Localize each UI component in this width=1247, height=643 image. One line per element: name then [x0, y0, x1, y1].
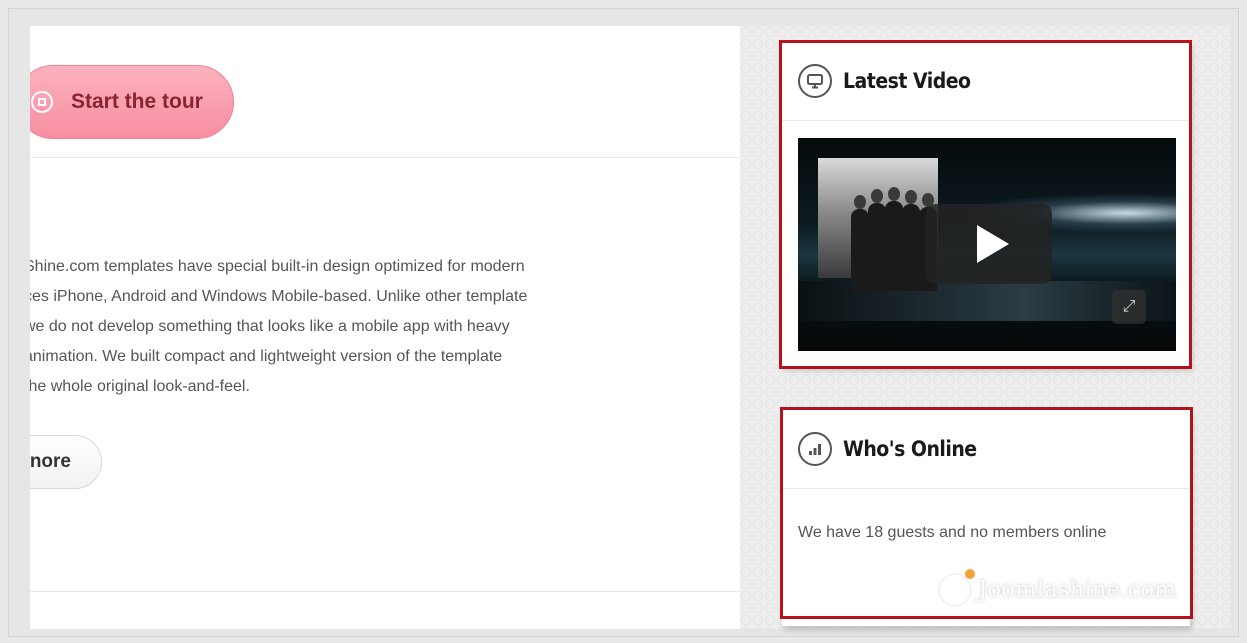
video-player[interactable]: ⤢	[798, 138, 1176, 351]
joomlashine-watermark: Joomlashine.com	[940, 569, 1177, 610]
description-text: Shine.com templates have special built-i…	[30, 252, 724, 402]
latest-video-header: Latest Video	[782, 42, 1190, 120]
description-line: Shine.com templates have special built-i…	[30, 258, 525, 275]
bar-chart-icon	[798, 432, 832, 466]
band-photo	[818, 158, 938, 291]
description-line: we do not develop something that looks l…	[30, 318, 510, 335]
description-line: the whole original look-and-feel.	[30, 378, 250, 395]
start-tour-button[interactable]: Start the tour	[30, 65, 234, 139]
whos-online-header: Who's Online	[782, 410, 1190, 488]
online-status-text: We have 18 guests and no members online	[798, 524, 1107, 541]
start-tour-label: Start the tour	[71, 90, 203, 113]
divider	[30, 591, 740, 592]
divider	[782, 120, 1190, 121]
description-line: animation. We built compact and lightwei…	[30, 348, 503, 365]
read-more-button[interactable]: nore	[30, 435, 102, 489]
latest-video-module: Latest Video ⤢	[782, 42, 1190, 366]
joomlashine-logo-icon	[940, 569, 975, 605]
play-icon	[977, 225, 1009, 263]
fullscreen-icon[interactable]: ⤢	[1112, 290, 1146, 324]
whos-online-title: Who's Online	[843, 437, 977, 461]
description-line: ces iPhone, Android and Windows Mobile-b…	[30, 288, 528, 305]
sidebar: Latest Video ⤢ Who's Online We have 18 g…	[740, 26, 1231, 629]
monitor-icon	[798, 64, 832, 98]
read-more-label: nore	[30, 451, 71, 472]
divider	[30, 157, 740, 158]
tour-icon	[31, 91, 53, 113]
watermark-text: Joomlashine.com	[978, 577, 1177, 603]
play-button[interactable]	[926, 204, 1052, 284]
main-content: Start the tour Shine.com templates have …	[30, 26, 740, 629]
latest-video-title: Latest Video	[843, 69, 971, 93]
